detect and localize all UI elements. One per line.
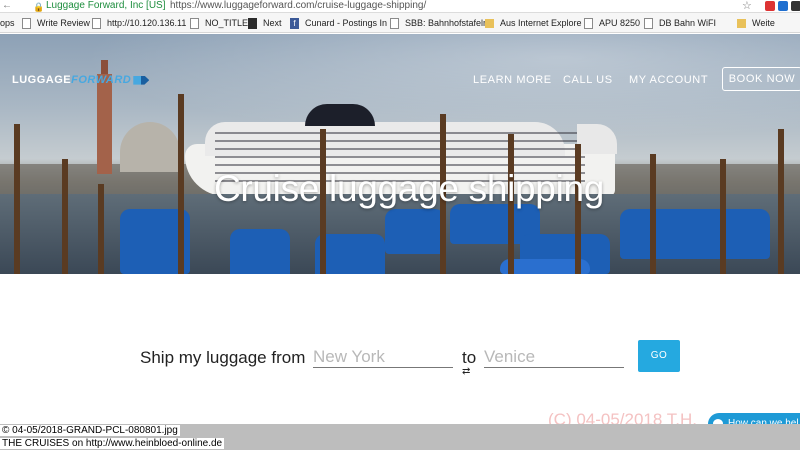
swap-arrows-icon[interactable]: ⇄ [462,366,470,377]
bookmark-label: APU 8250 [599,18,641,28]
page-icon [190,17,199,29]
logo-arrow-icon [133,75,150,85]
folder-icon [485,18,494,28]
hero-banner: Cruise luggage shipping [0,34,800,274]
bookmark-label: NO_TITLE [205,18,249,28]
nav-call-us[interactable]: CALL US [563,74,613,86]
destination-input[interactable]: Venice [484,346,624,368]
bookmark-item[interactable]: http://10.120.136.11 [92,17,186,29]
site-logo[interactable]: LUGGAGEFORWARD [12,74,150,86]
site-identity: Luggage Forward, Inc [US] [46,0,166,11]
bookmark-label: Cunard - Postings In [305,18,388,28]
campanile-tower [97,60,112,174]
folder-icon [737,18,746,28]
lock-icon: 🔒 [33,2,45,12]
site-favicon-icon [248,17,257,29]
bookmark-item[interactable]: NO_TITLE [190,17,248,29]
bookmark-label: Weite [752,18,775,28]
page-icon [92,17,101,29]
gondola-cover [385,209,445,254]
page-icon [390,17,399,29]
origin-placeholder: New York [313,347,385,366]
extension-icon[interactable] [765,1,775,11]
url-text[interactable]: https://www.luggageforward.com/cruise-lu… [170,0,426,12]
hero-title: Cruise luggage shipping [213,168,605,209]
facebook-icon: f [290,17,299,29]
bookmark-item[interactable]: f Cunard - Postings In [290,17,387,29]
logo-text: LUGGAGE [12,74,72,86]
bookmark-item[interactable]: SBB: Bahnhofstafeln [390,17,488,29]
go-button[interactable]: GO [638,340,680,372]
bookmark-item[interactable]: Next [248,17,282,29]
gondola-cover [620,209,770,259]
page-icon [644,17,653,29]
back-arrow-icon[interactable]: ← [2,0,12,12]
bookmark-label: http://10.120.136.11 [107,18,187,28]
bookmark-item[interactable]: Write Review [22,17,90,29]
bookmark-star-icon[interactable]: ☆ [742,0,752,12]
nav-learn-more[interactable]: LEARN MORE [473,74,552,86]
bookmark-item[interactable]: Aus Internet Explore [485,17,582,29]
bookmark-item[interactable]: DB Bahn WiFI [644,17,716,29]
bookmark-label: Aus Internet Explore [500,18,582,28]
ship-form-label: Ship my luggage from [140,348,306,367]
bookmark-label: ops [0,18,15,28]
extension-icon[interactable] [778,1,788,11]
destination-placeholder: Venice [484,347,536,366]
browser-address-bar[interactable]: ← 🔒 Luggage Forward, Inc [US] https://ww… [0,0,800,13]
page-icon [22,17,31,29]
bookmark-item[interactable]: APU 8250 [584,17,640,29]
logo-text: FORWARD [71,74,132,86]
nav-my-account[interactable]: MY ACCOUNT [629,74,708,86]
caption-line-2: THE CRUISES on http://www.heinbloed-onli… [0,438,225,449]
bookmark-item[interactable]: ops [0,17,15,29]
gondola-cover [230,229,290,274]
bookmark-label: Write Review [37,18,90,28]
menu-icon[interactable] [791,1,800,11]
bookmark-item[interactable]: Weite [737,17,775,29]
book-now-button[interactable]: BOOK NOW [722,67,800,91]
bookmark-label: DB Bahn WiFI [659,18,717,28]
caption-line-1: © 04-05/2018-GRAND-PCL-080801.jpg [0,425,180,436]
bookmarks-bar: ops Write Review http://10.120.136.11 NO… [0,13,800,33]
origin-input[interactable]: New York [313,346,453,368]
bookmark-label: Next [263,18,282,28]
page-icon [584,17,593,29]
to-label: to [462,348,477,367]
bookmark-label: SBB: Bahnhofstafeln [405,18,489,28]
